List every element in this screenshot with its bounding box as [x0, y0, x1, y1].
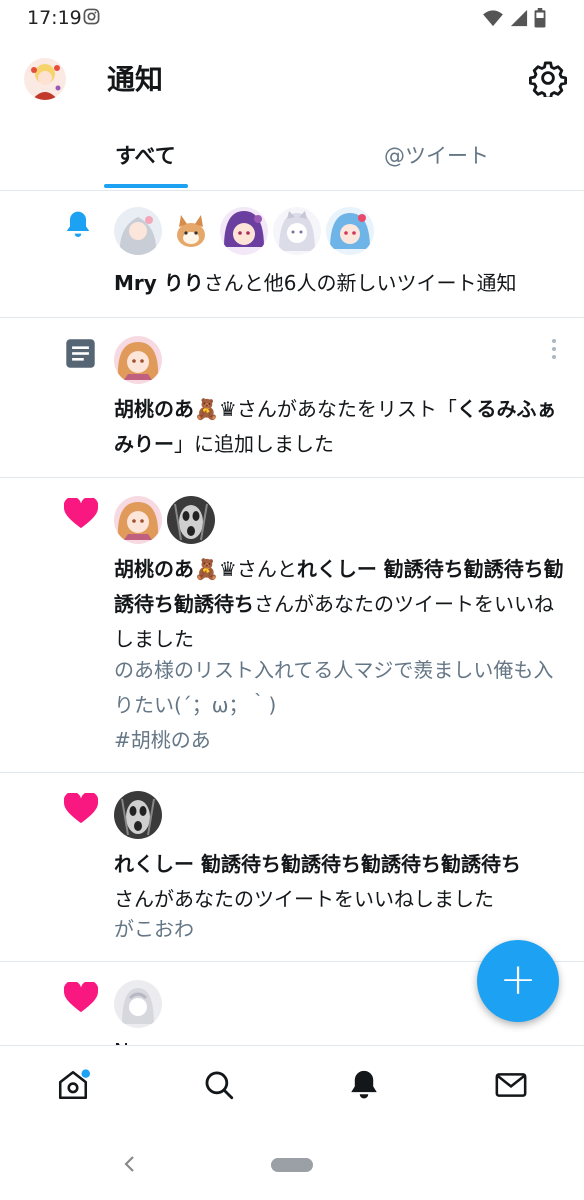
notification-message: さんがあなたのツイートをいいねしました [114, 887, 494, 911]
avatar[interactable] [326, 207, 374, 255]
plus-icon: + [499, 954, 537, 1005]
home-icon[interactable] [56, 1068, 90, 1102]
status-time: 17:19 [27, 7, 82, 29]
hashtag[interactable]: #胡桃のあ [114, 728, 211, 752]
avatar[interactable] [114, 207, 162, 255]
avatar[interactable] [167, 207, 215, 255]
avatar[interactable] [273, 207, 321, 255]
notification-item[interactable]: 胡桃のあ🧸♛さんがあなたをリスト「くるみふぁみりー」に追加しました [0, 318, 584, 478]
notification-text: 胡桃のあ🧸♛さんとれくしー 勧誘待ち勧誘待ち勧誘待ち勧誘待ちさんがあなたのツイー… [114, 552, 569, 657]
system-navigation [0, 1130, 584, 1200]
page-title: 通知 [107, 63, 164, 96]
signal-icon [510, 9, 528, 27]
user-name[interactable]: Mry りり [114, 271, 204, 295]
avatar[interactable] [167, 496, 215, 544]
new-tweet-button[interactable]: + [477, 940, 559, 1022]
user-name[interactable]: 胡桃のあ🧸♛ [114, 557, 237, 581]
list-icon [66, 339, 95, 368]
instagram-icon [83, 8, 100, 25]
heart-icon [64, 793, 98, 824]
tab-bar: すべて @ツイート [0, 124, 584, 191]
user-name[interactable]: れくしー 勧誘待ち勧誘待ち勧誘待ち勧誘待ち [114, 852, 521, 876]
notification-item[interactable]: Mry りりさんと他6人の新しいツイート通知 [0, 191, 584, 318]
notification-message: さんがあなたをリスト「 [236, 397, 457, 421]
status-bar: 17:19 [0, 0, 584, 36]
more-options-icon[interactable] [551, 338, 557, 360]
app-header: 通知 [0, 36, 584, 118]
notification-message: 」に追加しました [174, 432, 334, 456]
bottom-navigation [0, 1045, 584, 1131]
user-name[interactable]: 胡桃のあ🧸♛ [114, 397, 237, 421]
battery-icon [534, 8, 546, 28]
notification-message: さんと他6人の新しいツイート通知 [203, 271, 517, 295]
mail-icon[interactable] [494, 1068, 528, 1102]
search-icon[interactable] [202, 1068, 236, 1102]
back-icon[interactable] [122, 1154, 136, 1174]
tweet-text: のあ様のリスト入れてる人マジで羨ましい俺も入りたい(´；ω；｀) [114, 658, 554, 717]
wifi-icon [483, 10, 503, 27]
avatar[interactable] [114, 496, 162, 544]
profile-avatar[interactable] [24, 58, 66, 100]
notification-text: れくしー 勧誘待ち勧誘待ち勧誘待ち勧誘待ち さんがあなたのツイートをいいねしました [114, 847, 569, 917]
home-pill[interactable] [271, 1158, 313, 1172]
notification-item[interactable]: れくしー 勧誘待ち勧誘待ち勧誘待ち勧誘待ち さんがあなたのツイートをいいねしました… [0, 773, 584, 962]
tab-indicator [104, 184, 188, 188]
notification-text: Mry りりさんと他6人の新しいツイート通知 [114, 266, 569, 301]
bell-icon [66, 211, 90, 237]
heart-icon [64, 498, 98, 529]
heart-icon [64, 982, 98, 1013]
avatar[interactable] [114, 980, 162, 1028]
notification-message: さんと [236, 557, 297, 581]
avatar[interactable] [220, 207, 268, 255]
avatar[interactable] [114, 791, 162, 839]
gear-icon[interactable] [529, 59, 567, 97]
bell-icon[interactable] [347, 1068, 381, 1102]
notification-text: 胡桃のあ🧸♛さんがあなたをリスト「くるみふぁみりー」に追加しました [114, 392, 569, 462]
tweet-preview[interactable]: のあ様のリスト入れてる人マジで羨ましい俺も入りたい(´；ω；｀) #胡桃のあ [114, 653, 569, 758]
avatar[interactable] [114, 336, 162, 384]
notification-item[interactable]: 胡桃のあ🧸♛さんとれくしー 勧誘待ち勧誘待ち勧誘待ち勧誘待ちさんがあなたのツイー… [0, 478, 584, 773]
tab-mentions[interactable]: @ツイート [384, 140, 489, 170]
tab-all[interactable]: すべて [115, 140, 176, 170]
